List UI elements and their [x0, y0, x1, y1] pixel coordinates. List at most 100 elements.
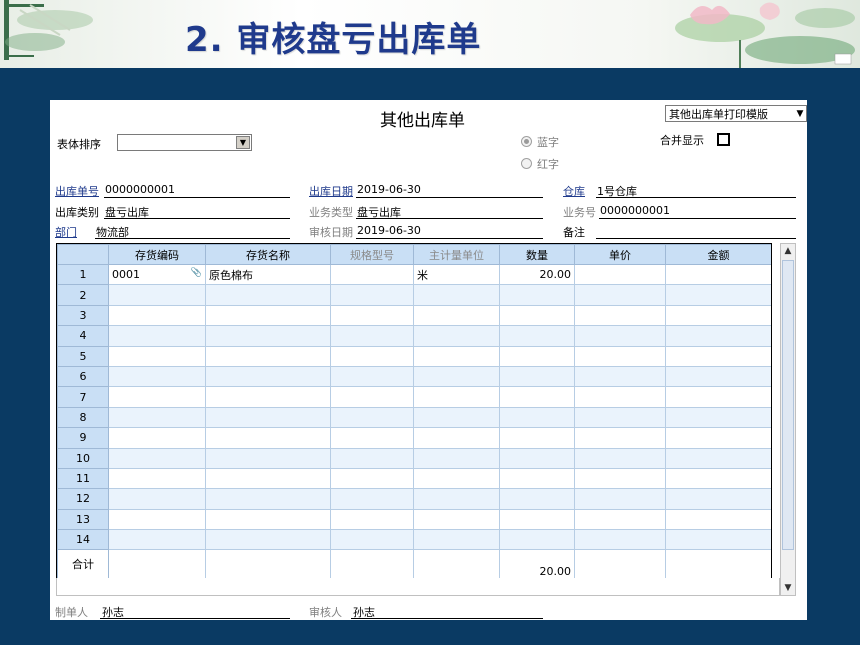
table-row[interactable]: 2 [57, 284, 771, 306]
cell-price[interactable] [574, 304, 666, 327]
cell-unit[interactable] [413, 304, 500, 327]
cell-name[interactable] [205, 345, 331, 367]
cell-amount[interactable] [665, 508, 771, 531]
cell-price[interactable] [574, 284, 666, 306]
cell-spec[interactable] [330, 325, 414, 347]
cell-code[interactable] [108, 325, 206, 347]
cell-unit[interactable] [413, 488, 500, 510]
table-row[interactable]: 6 [57, 365, 771, 388]
cell-code[interactable] [108, 447, 206, 469]
table-row[interactable]: 5 [57, 345, 771, 367]
table-row[interactable]: 7 [57, 386, 771, 408]
cell-amount[interactable] [665, 447, 771, 469]
table-row[interactable]: 4 [57, 325, 771, 347]
column-header-code[interactable]: 存货编码 [108, 244, 206, 265]
cell-name[interactable] [205, 427, 331, 449]
table-row[interactable]: 14 [57, 529, 771, 551]
cell-qty[interactable] [499, 325, 575, 347]
cell-price[interactable] [574, 406, 666, 429]
doc-no-field[interactable]: 0000000001 [105, 183, 175, 196]
cell-name[interactable] [205, 325, 331, 347]
table-row[interactable]: 11 [57, 467, 771, 490]
cell-name[interactable] [205, 447, 331, 469]
cell-unit[interactable] [413, 508, 500, 531]
column-header-qty[interactable]: 数量 [499, 244, 575, 265]
cell-name[interactable] [205, 529, 331, 551]
cell-amount[interactable] [665, 529, 771, 551]
cell-unit[interactable] [413, 467, 500, 490]
cell-name[interactable] [205, 467, 331, 490]
cell-spec[interactable] [330, 406, 414, 429]
cell-name[interactable] [205, 406, 331, 429]
cell-qty[interactable] [499, 345, 575, 367]
cell-amount[interactable] [665, 467, 771, 490]
cell-amount[interactable] [665, 284, 771, 306]
cell-qty[interactable] [499, 427, 575, 449]
table-row[interactable]: 10 [57, 447, 771, 469]
cell-spec[interactable] [330, 365, 414, 388]
cell-amount[interactable] [665, 304, 771, 327]
vertical-scrollbar[interactable]: ▲ ▼ [780, 243, 796, 596]
table-row[interactable]: 8 [57, 406, 771, 429]
cell-amount[interactable] [665, 345, 771, 367]
cell-code[interactable] [108, 488, 206, 510]
cell-code[interactable] [108, 427, 206, 449]
cell-qty[interactable] [499, 406, 575, 429]
column-header-amount[interactable]: 金额 [665, 244, 771, 265]
cell-code[interactable] [108, 529, 206, 551]
cell-code[interactable] [108, 284, 206, 306]
cell-name[interactable] [205, 488, 331, 510]
cell-amount[interactable] [665, 488, 771, 510]
cell-amount[interactable] [665, 263, 771, 286]
cell-amount[interactable] [665, 406, 771, 429]
cell-unit[interactable] [413, 325, 500, 347]
cell-name[interactable]: 原色棉布 [205, 263, 331, 286]
cell-spec[interactable] [330, 304, 414, 327]
cell-price[interactable] [574, 325, 666, 347]
cell-code[interactable] [108, 345, 206, 367]
cell-spec[interactable] [330, 386, 414, 408]
cell-qty[interactable] [499, 365, 575, 388]
cell-qty[interactable]: 20.00 [499, 263, 575, 286]
cell-code[interactable] [108, 304, 206, 327]
table-row[interactable]: 13 [57, 508, 771, 531]
cell-price[interactable] [574, 529, 666, 551]
cell-unit[interactable] [413, 386, 500, 408]
cell-qty[interactable] [499, 508, 575, 531]
scroll-down-icon[interactable]: ▼ [781, 581, 795, 595]
cell-name[interactable] [205, 304, 331, 327]
column-header-spec[interactable]: 规格型号 [330, 244, 414, 265]
cell-price[interactable] [574, 386, 666, 408]
cell-code[interactable] [108, 406, 206, 429]
merge-display-checkbox[interactable] [717, 133, 730, 146]
cell-code[interactable] [108, 508, 206, 531]
cell-spec[interactable] [330, 263, 414, 286]
cell-amount[interactable] [665, 365, 771, 388]
cell-price[interactable] [574, 427, 666, 449]
scroll-up-icon[interactable]: ▲ [781, 244, 795, 258]
sort-dropdown[interactable]: ▼ [117, 134, 252, 151]
cell-spec[interactable] [330, 467, 414, 490]
cell-qty[interactable] [499, 447, 575, 469]
cell-qty[interactable] [499, 284, 575, 306]
column-header-unit[interactable]: 主计量单位 [413, 244, 500, 265]
cell-spec[interactable] [330, 488, 414, 510]
cell-price[interactable] [574, 263, 666, 286]
column-header-price[interactable]: 单价 [574, 244, 666, 265]
cell-amount[interactable] [665, 427, 771, 449]
cell-spec[interactable] [330, 508, 414, 531]
cell-unit[interactable]: 米 [413, 263, 500, 286]
cell-code[interactable] [108, 386, 206, 408]
horizontal-scrollbar[interactable] [56, 578, 780, 596]
table-row[interactable]: 3 [57, 304, 771, 327]
cell-qty[interactable] [499, 386, 575, 408]
audit-date-field[interactable]: 2019-06-30 [357, 224, 421, 237]
cell-name[interactable] [205, 386, 331, 408]
cell-code[interactable]: 0001 📎 [108, 263, 206, 286]
cell-spec[interactable] [330, 447, 414, 469]
print-template-select[interactable]: 其他出库单打印模版 ▼ [665, 105, 807, 122]
cell-unit[interactable] [413, 365, 500, 388]
radio-blue[interactable] [521, 136, 532, 147]
cell-price[interactable] [574, 345, 666, 367]
out-date-field[interactable]: 2019-06-30 [357, 183, 421, 196]
